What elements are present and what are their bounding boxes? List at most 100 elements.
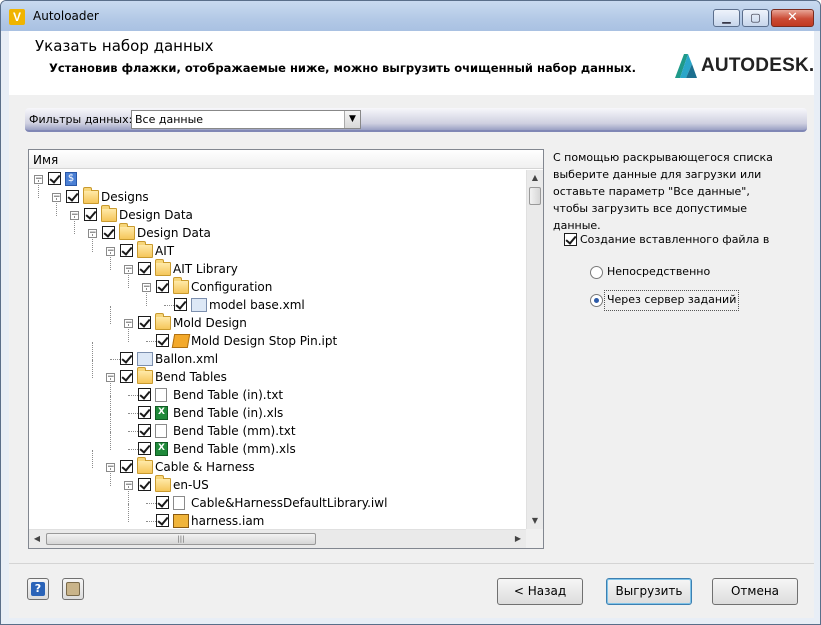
- title-bar[interactable]: V Autoloader ▁ ▢ ✕: [1, 1, 820, 31]
- page-subtitle: Установив флажки, отображаемые ниже, мож…: [49, 61, 636, 75]
- back-button[interactable]: < Назад: [497, 578, 583, 605]
- page-title: Указать набор данных: [35, 37, 214, 55]
- embed-visualization-option[interactable]: Создание вставленного файла визуализации: [564, 232, 769, 248]
- root-icon: $: [65, 172, 77, 186]
- tree-connector: [110, 306, 111, 324]
- cancel-button[interactable]: Отмена: [712, 578, 798, 605]
- brand-text: AUTODESK.: [701, 55, 815, 76]
- tree-item-label: Bend Table (mm).xls: [173, 442, 296, 456]
- scroll-down-icon[interactable]: ▼: [527, 513, 543, 529]
- tree-connector: [92, 234, 93, 252]
- tree-connector: [128, 504, 129, 522]
- folder-icon: [155, 259, 171, 276]
- tree-item-checkbox[interactable]: [138, 262, 151, 275]
- tree-column-header[interactable]: Имя: [29, 150, 543, 169]
- tree-connector: [128, 395, 138, 396]
- tree-item-checkbox[interactable]: [156, 514, 169, 527]
- tree-connector: [110, 252, 111, 270]
- text-file-icon: [155, 424, 167, 438]
- tree-item-checkbox[interactable]: [156, 334, 169, 347]
- tree-connector: [92, 360, 93, 378]
- tree-connector: [110, 468, 111, 486]
- folder-icon: [137, 241, 153, 258]
- tree-item-checkbox[interactable]: [174, 298, 187, 311]
- horizontal-scroll-thumb[interactable]: |||: [46, 533, 316, 545]
- folder-icon: [155, 313, 171, 330]
- tree-connector: [146, 521, 156, 522]
- tree-item-checkbox[interactable]: [138, 406, 151, 419]
- tree-item-checkbox[interactable]: [120, 460, 133, 473]
- tree-connector: [92, 450, 93, 468]
- tree-item-checkbox[interactable]: [120, 244, 133, 257]
- tree-item-checkbox[interactable]: [120, 370, 133, 383]
- radio-direct[interactable]: [590, 266, 603, 279]
- tree-item-checkbox[interactable]: [48, 172, 61, 185]
- text-file-icon: [173, 496, 185, 510]
- tree-item-label: Cable & Harness: [155, 460, 255, 474]
- tree-item-label: Bend Table (mm).txt: [173, 424, 296, 438]
- tree-connector: [128, 270, 129, 288]
- tree-item-checkbox[interactable]: [138, 442, 151, 455]
- scroll-up-icon[interactable]: ▲: [527, 170, 543, 186]
- tree-connector: [146, 503, 156, 504]
- tree-item-checkbox[interactable]: [138, 316, 151, 329]
- tree-item-checkbox[interactable]: [138, 478, 151, 491]
- tree-item-label: Bend Table (in).xls: [173, 406, 284, 420]
- tree-item-label: Designs: [101, 190, 149, 204]
- tree-item-label: model base.xml: [209, 298, 305, 312]
- minimize-button[interactable]: ▁: [713, 9, 740, 27]
- upload-button[interactable]: Выгрузить: [606, 578, 692, 605]
- tree-connector: [110, 414, 111, 432]
- footer-separator: [9, 563, 814, 564]
- tree-item-label: AIT Library: [173, 262, 238, 276]
- vertical-scrollbar[interactable]: ▲ ▼: [526, 170, 543, 529]
- tree-item-checkbox[interactable]: [84, 208, 97, 221]
- radio-direct-label[interactable]: Непосредственно: [607, 265, 710, 278]
- tree-item-checkbox[interactable]: [120, 352, 133, 365]
- tree-item-label: en-US: [173, 478, 209, 492]
- tree-item-label: Bend Tables: [155, 370, 227, 384]
- tree-connector: [92, 342, 93, 360]
- part-file-icon: [171, 334, 191, 348]
- clipboard-button[interactable]: [62, 578, 84, 600]
- tree-connector: [128, 449, 138, 450]
- tree-item-checkbox[interactable]: [138, 388, 151, 401]
- horizontal-scrollbar[interactable]: ◀ ||| ▶: [29, 529, 526, 548]
- tree-item-label: Cable&HarnessDefaultLibrary.iwl: [191, 496, 388, 510]
- tree-item-checkbox[interactable]: [102, 226, 115, 239]
- folder-icon: [83, 187, 99, 204]
- data-filter-select[interactable]: Все данные ▼: [131, 110, 361, 129]
- tree-item-label: Configuration: [191, 280, 273, 294]
- maximize-icon: ▢: [750, 11, 761, 24]
- tree-item-checkbox[interactable]: [138, 424, 151, 437]
- maximize-button[interactable]: ▢: [742, 9, 769, 27]
- tree-connector: [38, 180, 39, 198]
- filter-select-value: Все данные: [135, 113, 204, 126]
- data-tree-panel: Имя − $ − Designs − Design Data − Design Data − A…: [28, 149, 544, 549]
- scroll-right-icon[interactable]: ▶: [510, 530, 526, 548]
- radio-job-server[interactable]: [590, 294, 603, 307]
- folder-icon: [155, 475, 171, 492]
- tree-connector: [110, 359, 120, 360]
- tree-connector: [146, 288, 147, 306]
- name-column-label: Имя: [33, 153, 59, 167]
- chevron-down-icon[interactable]: ▼: [344, 111, 360, 128]
- tree-item-checkbox[interactable]: [156, 280, 169, 293]
- tree-item-checkbox[interactable]: [66, 190, 79, 203]
- embed-visualization-checkbox[interactable]: [564, 233, 577, 246]
- folder-icon: [173, 277, 189, 294]
- vertical-scroll-thumb[interactable]: [529, 187, 541, 205]
- help-button[interactable]: ?: [27, 578, 49, 600]
- side-description: С помощью раскрывающегося списка выберит…: [553, 151, 773, 232]
- folder-icon: [101, 205, 117, 222]
- xml-file-icon: [137, 352, 153, 366]
- text-file-icon: [155, 388, 167, 402]
- tree-connector: [110, 396, 111, 414]
- folder-icon: [137, 457, 153, 474]
- tree-item-checkbox[interactable]: [156, 496, 169, 509]
- scroll-left-icon[interactable]: ◀: [29, 530, 45, 548]
- radio-job-server-label[interactable]: Через сервер заданий: [607, 293, 736, 306]
- tree-item-label: Mold Design Stop Pin.ipt: [191, 334, 338, 348]
- embed-visualization-label: Создание вставленного файла визуализации: [580, 233, 769, 246]
- close-button[interactable]: ✕: [771, 9, 814, 27]
